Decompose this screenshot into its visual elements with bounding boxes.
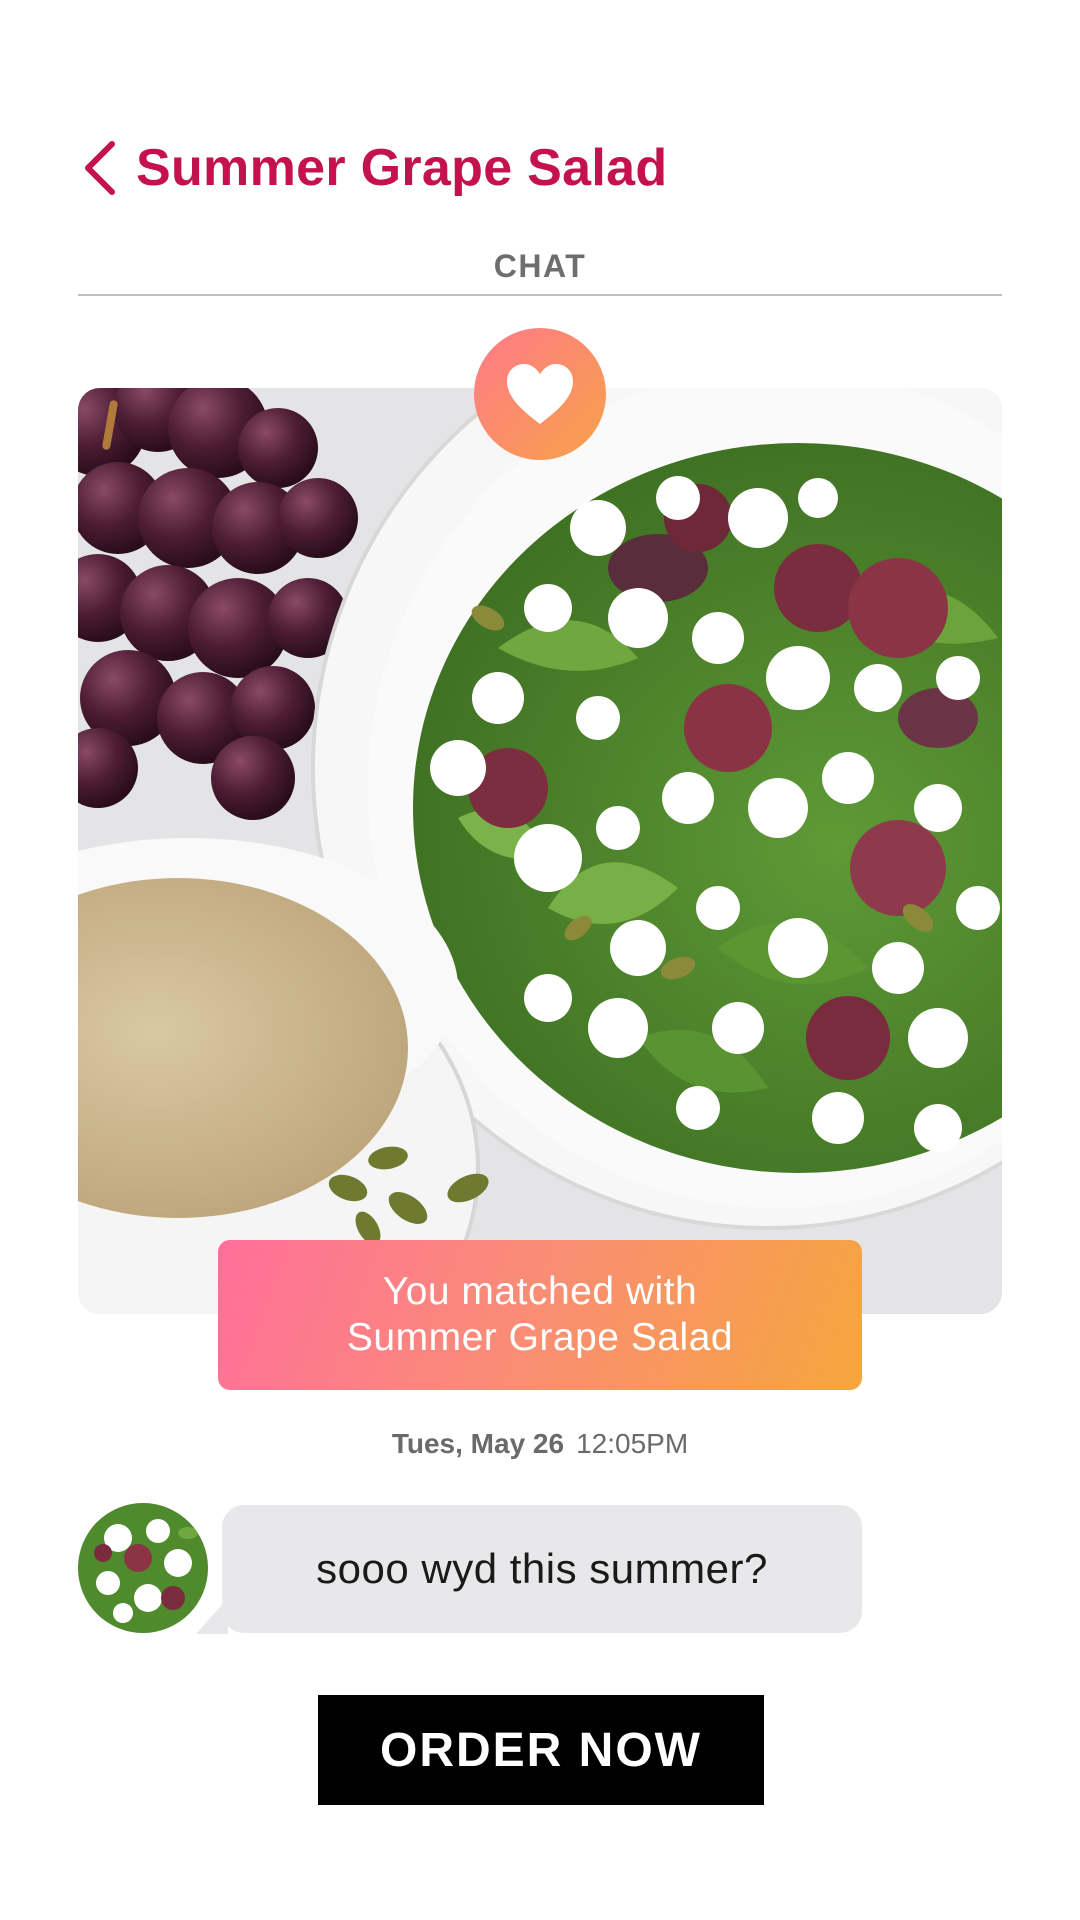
match-line-1: You matched with [382,1270,698,1313]
tab-underline [78,294,1002,296]
match-banner: You matched with Summer Grape Salad [218,1240,862,1390]
match-heart-badge [474,328,606,460]
message-time: 12:05PM [576,1428,689,1459]
chevron-left-icon [85,141,115,195]
message-timestamp: Tues, May 26 12:05PM [0,1428,1080,1460]
match-line-2: Summer Grape Salad [346,1316,734,1359]
salad-avatar[interactable] [78,1503,208,1633]
tab-chat[interactable]: CHAT [78,248,1002,285]
order-now-button[interactable]: ORDER NOW [318,1695,764,1805]
tab-bar: CHAT [78,240,1002,296]
page-title: Summer Grape Salad [136,139,668,197]
heart-icon [507,364,573,424]
salad-photo [78,388,1002,1314]
back-button[interactable] [78,136,122,200]
header: Summer Grape Salad [78,128,667,208]
message-date: Tues, May 26 [391,1428,565,1459]
message-bubble: sooo wyd this summer? [222,1505,862,1633]
